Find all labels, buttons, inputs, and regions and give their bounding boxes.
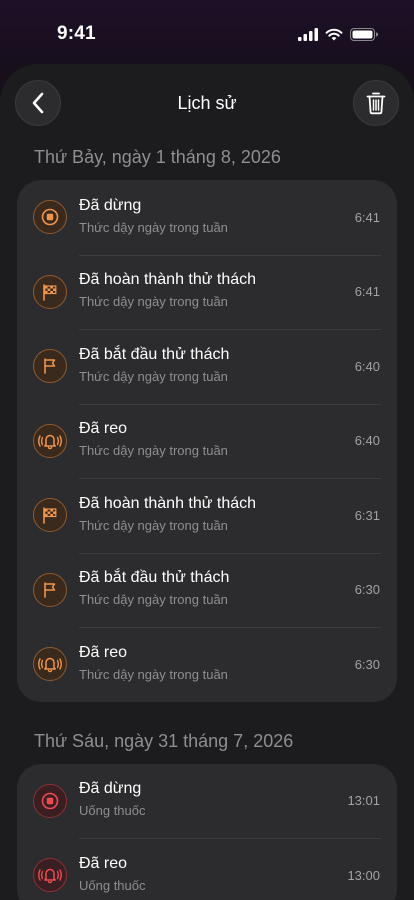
history-row-texts: Đã hoàn thành thử thách Thức dậy ngày tro…	[79, 270, 355, 313]
back-button[interactable]	[15, 80, 61, 126]
status-icons	[298, 27, 378, 41]
stop-icon	[33, 200, 67, 235]
history-group: Đã dừng Uống thuốc 13:01 Đã reo Uống thuốc 13…	[17, 763, 397, 900]
history-row-texts: Đã reo Thức dậy ngày trong tuần	[79, 419, 355, 462]
history-row-time: 6:40	[354, 358, 380, 374]
history-row-title: Đã hoàn thành thử thách	[79, 271, 257, 289]
history-row-time: 13:01	[347, 793, 380, 809]
history-row-time: 6:40	[354, 433, 380, 449]
history-row-title: Đã dừng	[79, 196, 142, 214]
section-date-header: Thứ Bảy, ngày 1 tháng 8, 2026	[34, 147, 281, 167]
wifi-icon	[325, 28, 343, 40]
history-row[interactable]: Đã bắt đầu thử thách Thức dậy ngày trong …	[17, 552, 397, 628]
nav-bar: Lịch sử	[0, 64, 414, 142]
stop-icon	[33, 783, 67, 818]
history-section: Thứ Bảy, ngày 1 tháng 8, 2026 Đã dừng Thức…	[0, 142, 414, 702]
history-row-texts: Đã dừng Uống thuốc	[79, 779, 347, 822]
history-row[interactable]: Đã dừng Uống thuốc 13:01	[17, 764, 397, 839]
history-row-subtitle: Uống thuốc	[79, 803, 146, 819]
history-row-title: Đã hoàn thành thử thách	[79, 494, 257, 512]
history-row-subtitle: Thức dậy ngày trong tuần	[79, 517, 228, 533]
history-row-title: Đã bắt đầu thử thách	[79, 569, 230, 587]
history-row-subtitle: Thức dậy ngày trong tuần	[79, 219, 228, 235]
history-row-subtitle: Thức dậy ngày trong tuần	[79, 592, 228, 608]
history-row-time: 6:31	[354, 507, 380, 523]
history-row[interactable]: Đã reo Thức dậy ngày trong tuần 6:40	[17, 403, 397, 479]
history-sheet: Lịch sử Thứ Bảy, ngày 1 tháng 8, 2026 Đã …	[0, 64, 414, 900]
battery-icon	[350, 27, 378, 41]
history-group: Đã dừng Thức dậy ngày trong tuần 6:41 Đã ho…	[17, 180, 397, 702]
delete-history-button[interactable]	[353, 80, 399, 126]
history-row-title: Đã bắt đầu thử thách	[79, 345, 230, 363]
ringing-bell-icon	[33, 858, 67, 893]
history-row[interactable]: Đã hoàn thành thử thách Thức dậy ngày tro…	[17, 478, 397, 553]
history-row-texts: Đã reo Uống thuốc	[79, 854, 347, 897]
checkered-flag-icon	[33, 274, 67, 309]
history-row-texts: Đã dừng Thức dậy ngày trong tuần	[79, 196, 355, 239]
history-row-texts: Đã reo Thức dậy ngày trong tuần	[79, 643, 355, 686]
history-row-time: 6:41	[354, 284, 380, 300]
trash-icon	[366, 92, 386, 115]
status-time: 9:41	[57, 23, 96, 44]
ringing-bell-icon	[33, 423, 67, 458]
screen: 9:41 Lịch sử Thứ Bảy, ngày 1 tháng 8, 20…	[0, 0, 414, 900]
history-row[interactable]: Đã reo Uống thuốc 13:00	[17, 838, 397, 900]
history-row-subtitle: Thức dậy ngày trong tuần	[79, 368, 228, 384]
history-row[interactable]: Đã dừng Thức dậy ngày trong tuần 6:41	[17, 180, 397, 255]
flag-icon	[33, 349, 67, 384]
history-row[interactable]: Đã bắt đầu thử thách Thức dậy ngày trong …	[17, 329, 397, 404]
history-row-texts: Đã bắt đầu thử thách Thức dậy ngày trong …	[79, 345, 355, 388]
history-row-time: 6:41	[354, 209, 380, 225]
history-row-texts: Đã bắt đầu thử thách Thức dậy ngày trong …	[79, 568, 355, 611]
history-row-texts: Đã hoàn thành thử thách Thức dậy ngày tro…	[79, 494, 355, 537]
history-row-subtitle: Thức dậy ngày trong tuần	[79, 443, 228, 459]
page-title: Lịch sử	[177, 92, 237, 113]
status-bar: 9:41	[0, 0, 414, 64]
history-section: Thứ Sáu, ngày 31 tháng 7, 2026 Đã dừng Uốn…	[0, 726, 414, 900]
history-row[interactable]: Đã reo Thức dậy ngày trong tuần 6:30	[17, 627, 397, 702]
history-row-subtitle: Thức dậy ngày trong tuần	[79, 294, 228, 310]
section-date-header: Thứ Sáu, ngày 31 tháng 7, 2026	[34, 730, 294, 751]
history-row[interactable]: Đã hoàn thành thử thách Thức dậy ngày tro…	[17, 254, 397, 330]
history-row-subtitle: Thức dậy ngày trong tuần	[79, 666, 228, 682]
chevron-left-icon	[32, 92, 44, 114]
history-row-time: 6:30	[354, 656, 380, 672]
flag-icon	[33, 572, 67, 607]
history-row-title: Đã reo	[79, 643, 128, 661]
history-row-time: 6:30	[354, 582, 380, 598]
history-row-title: Đã reo	[79, 420, 128, 438]
history-list: Thứ Bảy, ngày 1 tháng 8, 2026 Đã dừng Thức…	[0, 142, 414, 900]
history-row-title: Đã dừng	[79, 780, 142, 798]
cellular-signal-icon	[298, 27, 318, 41]
history-row-title: Đã reo	[79, 854, 128, 872]
checkered-flag-icon	[33, 498, 67, 533]
history-row-subtitle: Uống thuốc	[79, 877, 146, 893]
history-row-time: 13:00	[347, 867, 380, 883]
ringing-bell-icon	[33, 647, 67, 682]
